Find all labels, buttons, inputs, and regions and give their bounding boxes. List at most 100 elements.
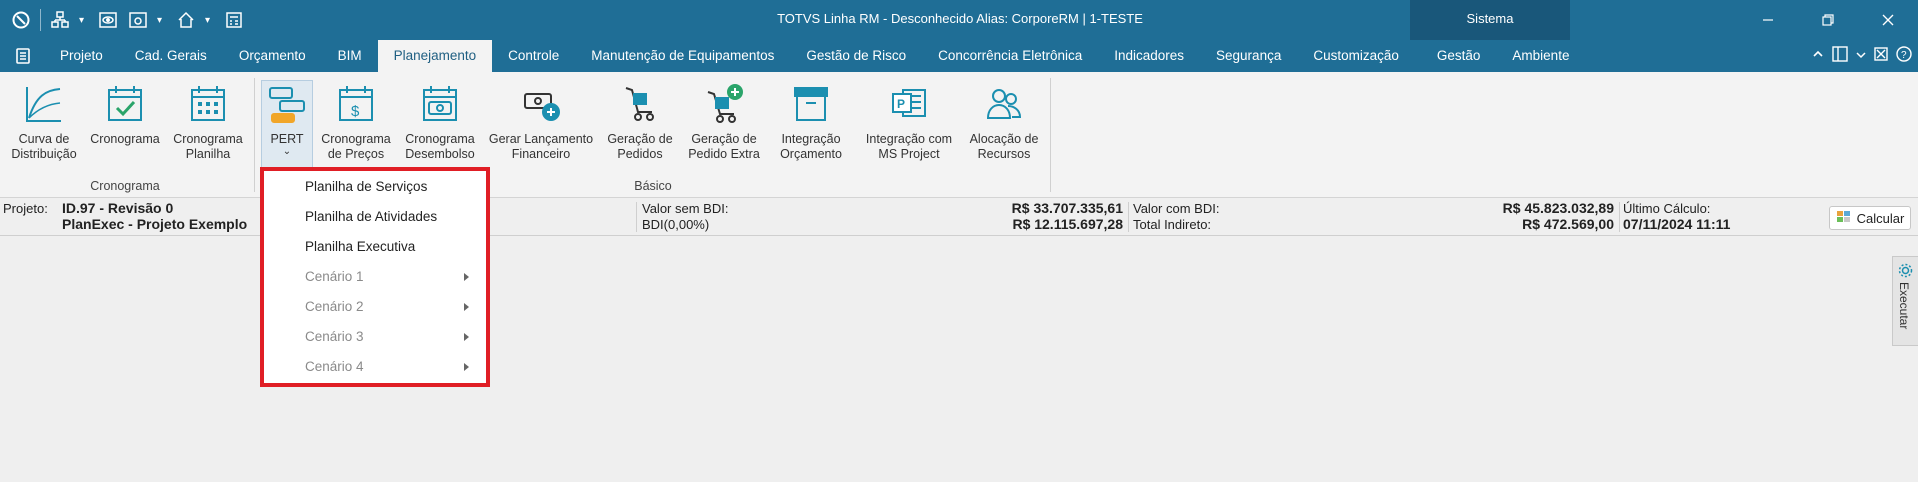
- total-indireto-value: R$ 472.569,00: [1522, 216, 1614, 232]
- submenu-arrow-icon: [464, 333, 469, 341]
- submenu-arrow-icon: [464, 303, 469, 311]
- calculate-icon: [1836, 210, 1852, 227]
- menu-item-cenario-3: Cenário 3: [305, 329, 364, 344]
- window-controls: [1738, 0, 1918, 40]
- gerar-lancamento-financeiro-button[interactable]: Gerar Lançamento Financeiro: [485, 82, 597, 162]
- pert-button[interactable]: PERT ⌄: [261, 80, 313, 168]
- ms-project-icon: P: [887, 82, 931, 126]
- tab-orcamento[interactable]: Orçamento: [223, 40, 322, 72]
- quick-access-toolbar: ▾ ▾ ▾: [10, 9, 245, 31]
- file-menu-button[interactable]: [0, 40, 44, 72]
- gear-icon: [1898, 263, 1913, 278]
- menu-item-planilha-executiva[interactable]: Planilha Executiva: [305, 234, 415, 260]
- executar-side-tab[interactable]: Executar: [1892, 256, 1918, 346]
- submenu-arrow-icon: [464, 363, 469, 371]
- divider: [1619, 202, 1620, 232]
- archive-icon: [789, 82, 833, 126]
- window-settings-icon[interactable]: [127, 9, 149, 31]
- cart-plus-icon: [702, 82, 746, 126]
- tab-bim[interactable]: BIM: [322, 40, 378, 72]
- ultimo-calculo-label: Último Cálculo:: [1623, 201, 1711, 216]
- button-label: Integração com MS Project: [865, 132, 953, 161]
- ultimo-calculo-value: 07/11/2024 11:11: [1623, 216, 1731, 232]
- menu-item-planilha-atividades[interactable]: Planilha de Atividades: [305, 204, 437, 230]
- tab-projeto[interactable]: Projeto: [44, 40, 119, 72]
- divider: [636, 202, 637, 232]
- tab-planejamento[interactable]: Planejamento: [377, 40, 493, 72]
- tab-gestao[interactable]: Gestão: [1421, 40, 1497, 72]
- close-box-icon[interactable]: [1874, 47, 1888, 64]
- valor-com-bdi-value: R$ 45.823.032,89: [1502, 200, 1614, 216]
- tab-seguranca[interactable]: Segurança: [1200, 40, 1297, 72]
- button-label: Geração de Pedidos: [607, 132, 673, 161]
- layout-icon[interactable]: [1832, 46, 1848, 65]
- button-label: Cronograma de Preços: [321, 132, 391, 161]
- app-logo-icon[interactable]: [10, 9, 32, 31]
- cart-icon: [618, 82, 662, 126]
- group-separator: [1050, 78, 1051, 192]
- tab-cad-gerais[interactable]: Cad. Gerais: [119, 40, 223, 72]
- collapse-ribbon-icon[interactable]: [1812, 48, 1824, 63]
- tab-customizacao[interactable]: Customização: [1297, 40, 1415, 72]
- calendar-check-icon: [103, 82, 147, 126]
- ribbon-right-controls: ?: [1812, 46, 1912, 65]
- button-label: Alocação de Recursos: [969, 132, 1039, 161]
- group-separator: [254, 78, 255, 192]
- chevron-down-icon[interactable]: [1856, 48, 1866, 63]
- calendar-dollar-icon: $: [334, 82, 378, 126]
- pert-icon: [265, 82, 309, 126]
- group-label-cronograma: Cronograma: [90, 179, 160, 193]
- projeto-name: PlanExec - Projeto Exemplo: [62, 216, 248, 232]
- bdi-value: R$ 12.115.697,28: [1012, 216, 1123, 232]
- button-label: Geração de Pedido Extra: [688, 132, 760, 161]
- cronograma-planilha-button[interactable]: Cronograma Planilha: [168, 82, 248, 162]
- title-bar: ▾ ▾ ▾ TOTVS Linha RM - Desconhecido Alia…: [0, 0, 1918, 40]
- minimize-icon[interactable]: [1738, 0, 1798, 40]
- org-chart-icon[interactable]: [49, 9, 71, 31]
- divider: [1128, 202, 1129, 232]
- toolbar-separator: [40, 9, 41, 31]
- menu-item-planilha-servicos[interactable]: Planilha de Serviços: [305, 174, 427, 200]
- chevron-down-icon[interactable]: ▾: [79, 15, 89, 26]
- tab-controle[interactable]: Controle: [492, 40, 575, 72]
- home-icon[interactable]: [175, 9, 197, 31]
- close-icon[interactable]: [1858, 0, 1918, 40]
- integracao-orcamento-button[interactable]: Integração Orçamento: [770, 82, 852, 162]
- help-icon[interactable]: ?: [1896, 46, 1912, 65]
- group-label-basico: Básico: [634, 179, 672, 193]
- menu-item-cenario-2: Cenário 2: [305, 299, 364, 314]
- cronograma-desembolso-button[interactable]: Cronograma Desembolso: [400, 82, 480, 162]
- button-label: Cronograma Desembolso: [405, 132, 475, 161]
- button-label: Cronograma Planilha: [173, 132, 243, 161]
- button-label: PERT: [270, 132, 304, 146]
- calcular-button[interactable]: Calcular: [1829, 206, 1911, 230]
- geracao-pedidos-button[interactable]: Geração de Pedidos: [602, 82, 678, 162]
- people-icon: [982, 82, 1026, 126]
- tab-manutencao-equipamentos[interactable]: Manutenção de Equipamentos: [575, 40, 790, 72]
- ribbon-tab-bar: Projeto Cad. Gerais Orçamento BIM Planej…: [0, 40, 1918, 72]
- tab-gestao-risco[interactable]: Gestão de Risco: [790, 40, 922, 72]
- tab-indicadores[interactable]: Indicadores: [1098, 40, 1200, 72]
- geracao-pedido-extra-button[interactable]: Geração de Pedido Extra: [682, 82, 766, 162]
- cronograma-button[interactable]: Cronograma: [86, 82, 164, 162]
- chevron-down-icon[interactable]: ▾: [157, 15, 167, 26]
- restore-icon[interactable]: [1798, 0, 1858, 40]
- calendar-money-icon: [418, 82, 462, 126]
- integracao-ms-project-button[interactable]: P Integração com MS Project: [858, 82, 960, 162]
- alocacao-recursos-button[interactable]: Alocação de Recursos: [964, 82, 1044, 162]
- curva-distribuicao-button[interactable]: Curva de Distribuição: [4, 82, 84, 162]
- tab-ambiente[interactable]: Ambiente: [1496, 40, 1585, 72]
- button-label: Cronograma: [90, 132, 160, 146]
- eye-icon[interactable]: [97, 9, 119, 31]
- svg-text:$: $: [351, 103, 360, 120]
- chevron-down-icon[interactable]: ▾: [205, 15, 215, 26]
- menu-item-cenario-1: Cenário 1: [305, 269, 364, 284]
- money-add-icon: [519, 82, 563, 126]
- cronograma-precos-button[interactable]: $ Cronograma de Preços: [316, 82, 396, 162]
- tab-concorrencia-eletronica[interactable]: Concorrência Eletrônica: [922, 40, 1098, 72]
- calculator-icon[interactable]: [223, 9, 245, 31]
- projeto-label: Projeto:: [3, 201, 48, 216]
- curve-chart-icon: [22, 82, 66, 126]
- valor-sem-bdi-label: Valor sem BDI:: [642, 201, 729, 216]
- projeto-id: ID.97 - Revisão 0: [62, 200, 174, 216]
